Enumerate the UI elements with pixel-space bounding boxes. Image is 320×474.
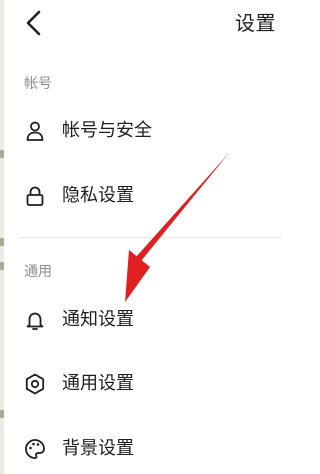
section-divider bbox=[18, 237, 282, 238]
strip-mark bbox=[0, 262, 4, 270]
person-icon bbox=[23, 119, 47, 143]
strip-mark bbox=[0, 238, 4, 246]
gear-icon bbox=[23, 372, 47, 396]
page-title: 设置 bbox=[235, 11, 276, 35]
menu-item-label: 帐号与安全 bbox=[62, 120, 152, 141]
menu-item-privacy-settings[interactable]: 隐私设置 bbox=[0, 171, 282, 221]
palette-icon bbox=[23, 437, 47, 461]
menu-item-general-settings[interactable]: 通用设置 bbox=[0, 359, 282, 409]
menu-item-account-security[interactable]: 帐号与安全 bbox=[0, 106, 282, 156]
lock-icon bbox=[23, 184, 47, 208]
menu-item-background-settings[interactable]: 背景设置 bbox=[0, 424, 282, 474]
header: 设置 bbox=[0, 0, 282, 50]
section-label-general: 通用 bbox=[24, 264, 52, 280]
menu-item-label: 隐私设置 bbox=[62, 185, 134, 206]
strip-mark bbox=[0, 410, 4, 418]
bell-icon bbox=[23, 308, 47, 332]
chevron-left-icon[interactable] bbox=[20, 8, 46, 38]
section-label-account: 帐号 bbox=[24, 76, 52, 92]
menu-item-label: 通用设置 bbox=[62, 373, 134, 394]
menu-item-label: 通知设置 bbox=[62, 309, 134, 330]
menu-item-notification-settings[interactable]: 通知设置 bbox=[0, 295, 282, 345]
menu-item-label: 背景设置 bbox=[62, 438, 134, 459]
